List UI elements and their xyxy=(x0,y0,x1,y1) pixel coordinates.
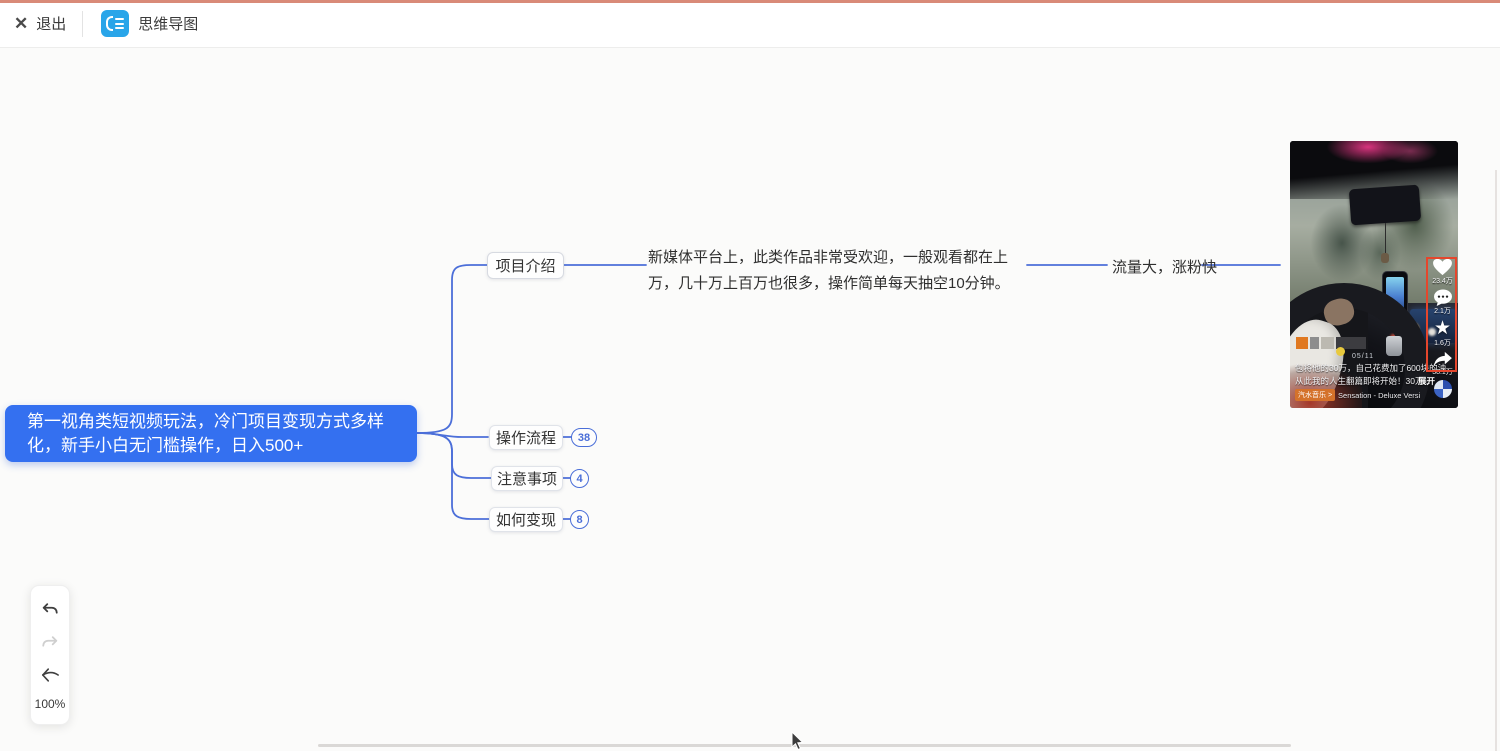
undo-button[interactable] xyxy=(39,599,61,621)
emoji-sticker xyxy=(1336,347,1345,356)
topbar: ✕ 退出 思维导图 xyxy=(0,0,1500,48)
node-description-text[interactable]: 新媒体平台上，此类作品非常受欢迎，一般观看都在上万，几十万上百万也很多，操作简单… xyxy=(648,245,1030,297)
video-date-overlay: 05/11 xyxy=(1352,353,1374,360)
node-operation-flow[interactable]: 操作流程 xyxy=(489,425,563,450)
node-outcome-text[interactable]: 流量大，涨粉快 xyxy=(1112,256,1217,277)
node-label: 注意事项 xyxy=(497,468,557,489)
root-node-text: 第一视角类短视频玩法，冷门项目变现方式多样化，新手小白无门槛操作，日入500+ xyxy=(27,410,407,458)
redo-button[interactable] xyxy=(39,632,61,654)
icon-bars xyxy=(115,18,124,29)
music-title: Sensation - Deluxe Versi xyxy=(1338,391,1420,400)
mouse-cursor xyxy=(790,731,805,751)
node-notes[interactable]: 注意事项 xyxy=(491,466,563,491)
exit-button[interactable]: ✕ 退出 xyxy=(14,13,66,34)
canvas-toolbar: 100% xyxy=(30,585,70,725)
annotation-highlight-box xyxy=(1426,257,1457,372)
root-node[interactable]: 第一视角类短视频玩法，冷门项目变现方式多样化，新手小白无门槛操作，日入500+ xyxy=(5,405,417,462)
collapsed-count-badge[interactable]: 4 xyxy=(570,469,589,488)
badge-count: 38 xyxy=(578,432,590,444)
node-label: 操作流程 xyxy=(496,427,556,448)
node-label: 项目介绍 xyxy=(495,255,555,276)
exit-label: 退出 xyxy=(36,13,66,34)
music-row: 汽水音乐 > Sensation - Deluxe Versi xyxy=(1295,389,1420,401)
zoom-level[interactable]: 100% xyxy=(35,697,66,711)
collapsed-count-badge[interactable]: 38 xyxy=(571,428,597,447)
hanging-charm-string xyxy=(1385,223,1386,255)
node-project-intro[interactable]: 项目介绍 xyxy=(487,252,564,279)
top-accent-line xyxy=(0,0,1500,3)
mindmap-app-icon xyxy=(101,10,129,37)
node-monetize[interactable]: 如何变现 xyxy=(489,507,563,532)
vertical-scrollbar[interactable] xyxy=(1495,170,1497,751)
icon-bracket xyxy=(106,16,113,31)
connector-lines xyxy=(0,0,1500,751)
collapsed-count-badge[interactable]: 8 xyxy=(570,510,589,529)
hanging-charm xyxy=(1381,253,1389,263)
video-sticker-row xyxy=(1296,337,1366,349)
video-caption-line2: 从此我的人生翻篇即将开始！30万... xyxy=(1295,375,1431,387)
badge-count: 4 xyxy=(576,473,582,485)
close-icon: ✕ xyxy=(14,15,28,32)
node-label: 如何变现 xyxy=(496,509,556,530)
rearview-mirror xyxy=(1349,185,1421,226)
music-disc-icon[interactable] xyxy=(1432,378,1454,400)
locate-root-button[interactable] xyxy=(39,664,61,686)
music-app-tag[interactable]: 汽水音乐 > xyxy=(1295,389,1335,401)
mindmap-app: ✕ 退出 思维导图 第一视角类短视频玩法，冷门项目变现方式多样化，新手小白无门槛… xyxy=(0,0,1500,751)
page-title: 思维导图 xyxy=(138,13,198,34)
topbar-divider xyxy=(82,11,83,37)
video-thumbnail[interactable]: 05/11 包将他的30万，自己花费加了600块的油， 从此我的人生翻篇即将开始… xyxy=(1290,141,1458,408)
cup-holder xyxy=(1386,336,1402,356)
badge-count: 8 xyxy=(576,514,582,526)
